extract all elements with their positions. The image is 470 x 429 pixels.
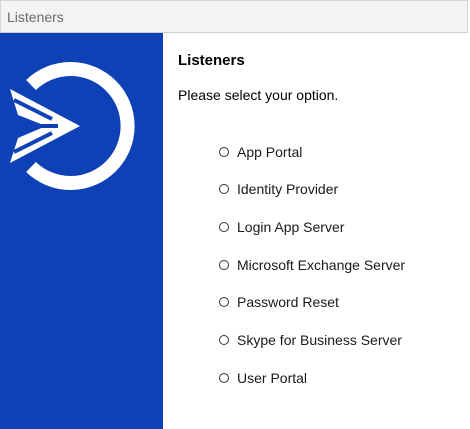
page-heading: Listeners [178, 52, 245, 69]
sign-in-arrow-circle-icon [10, 62, 135, 190]
radio-button[interactable] [219, 222, 229, 232]
window-title: Listeners [7, 9, 64, 25]
option-password-reset[interactable]: Password Reset [219, 291, 339, 313]
content-panel: Listeners Please select your option. App… [163, 33, 470, 429]
option-skype-for-business-server[interactable]: Skype for Business Server [219, 329, 402, 351]
option-label: Identity Provider [237, 181, 339, 197]
option-label: User Portal [237, 370, 308, 386]
radio-button[interactable] [219, 373, 229, 383]
radio-button[interactable] [219, 297, 229, 307]
option-label: Password Reset [237, 294, 339, 310]
instruction-text: Please select your option. [178, 87, 339, 103]
brand-sidebar [0, 33, 163, 429]
radio-button[interactable] [219, 147, 229, 157]
option-login-app-server[interactable]: Login App Server [219, 216, 344, 238]
listeners-window: Listeners Listeners Please select your o… [0, 0, 470, 429]
option-user-portal[interactable]: User Portal [219, 367, 307, 389]
option-identity-provider[interactable]: Identity Provider [219, 178, 338, 200]
option-label: Skype for Business Server [237, 332, 402, 348]
option-label: Login App Server [237, 219, 345, 235]
option-label: App Portal [237, 144, 303, 160]
radio-button[interactable] [219, 335, 229, 345]
radio-button[interactable] [219, 260, 229, 270]
title-bar: Listeners [0, 0, 468, 33]
radio-button[interactable] [219, 184, 229, 194]
option-label: Microsoft Exchange Server [237, 257, 406, 273]
option-microsoft-exchange-server[interactable]: Microsoft Exchange Server [219, 254, 405, 276]
option-app-portal[interactable]: App Portal [219, 141, 302, 163]
